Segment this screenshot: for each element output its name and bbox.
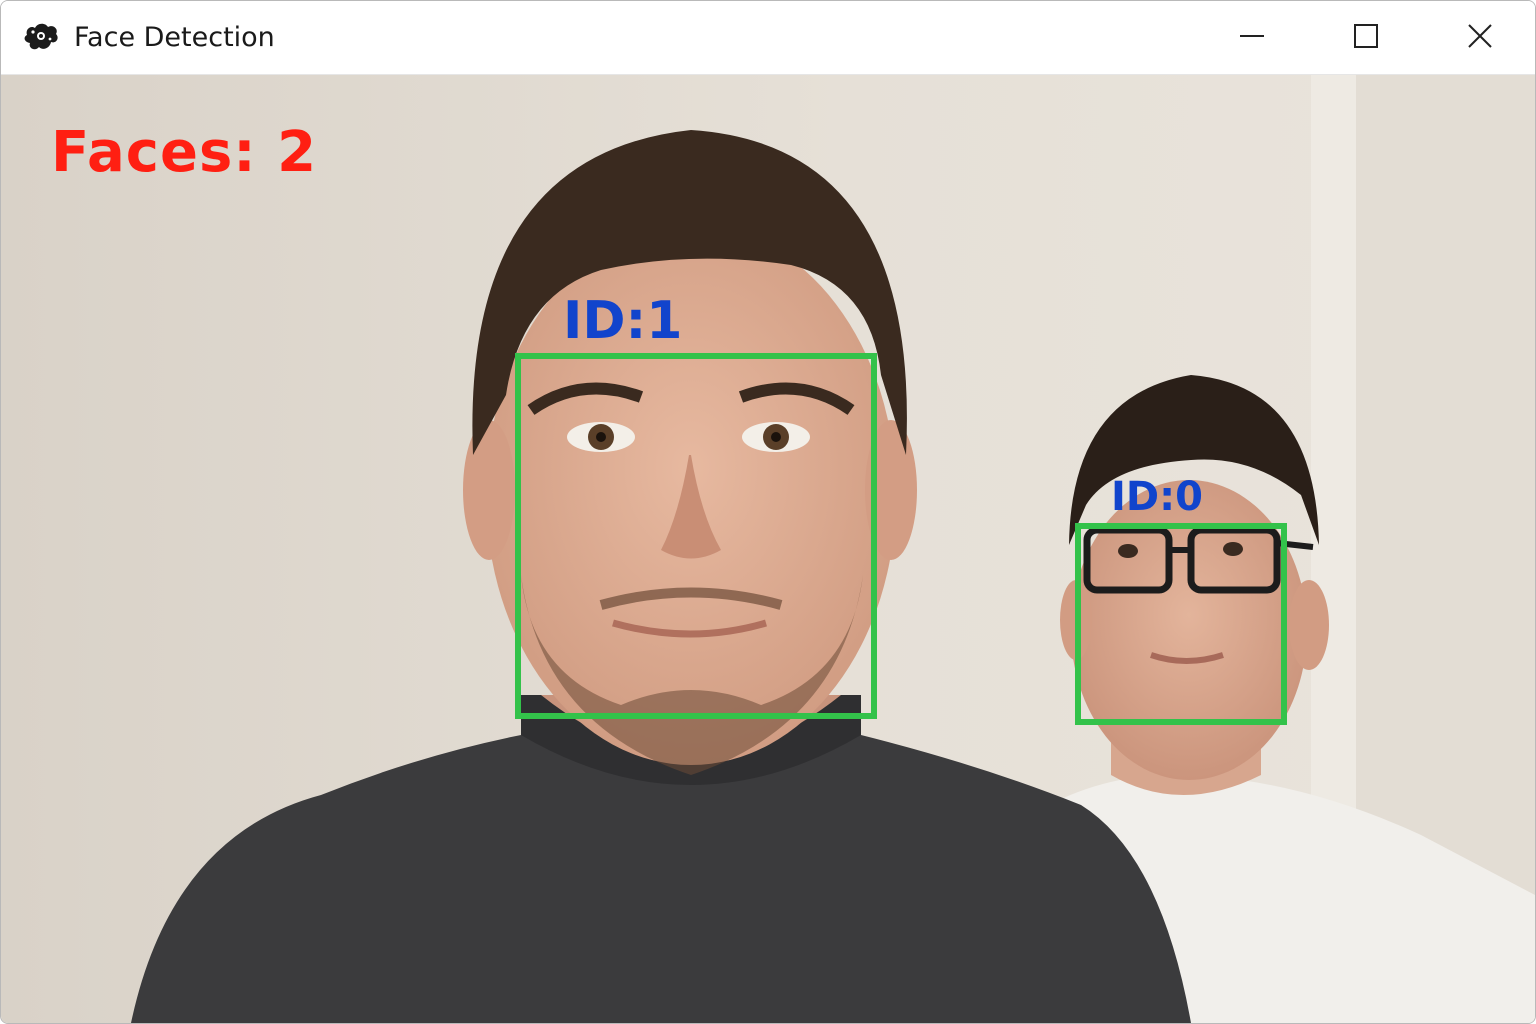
title-bar[interactable]: Face Detection bbox=[1, 1, 1535, 75]
camera-blob-icon bbox=[23, 21, 61, 55]
close-button[interactable] bbox=[1422, 1, 1535, 74]
window-title: Face Detection bbox=[74, 22, 275, 53]
face-bounding-box bbox=[515, 353, 877, 719]
face-count-label: Faces: 2 bbox=[51, 120, 318, 185]
maximize-icon bbox=[1352, 22, 1380, 54]
face-id-label: ID:0 bbox=[1111, 474, 1203, 520]
face-detection-window: Face Detection Faces: 2 ID:1 ID:0 bbox=[0, 0, 1536, 1024]
face-id-label: ID:1 bbox=[563, 291, 683, 351]
minimize-icon bbox=[1238, 22, 1266, 54]
close-icon bbox=[1466, 22, 1494, 54]
minimize-button[interactable] bbox=[1194, 1, 1309, 74]
video-viewport: Faces: 2 ID:1 ID:0 bbox=[1, 75, 1535, 1023]
maximize-button[interactable] bbox=[1308, 1, 1423, 74]
face-bounding-box bbox=[1075, 523, 1287, 725]
